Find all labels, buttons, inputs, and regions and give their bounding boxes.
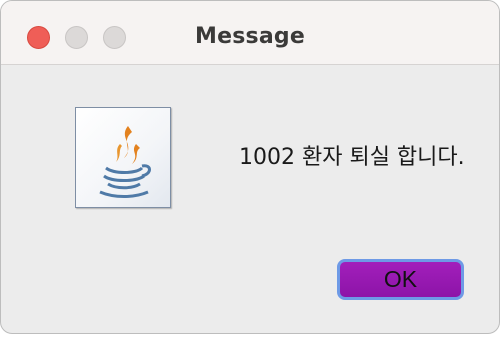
- dialog-message: 1002 환자 퇴실 합니다.: [239, 145, 465, 170]
- java-coffee-cup-icon: [75, 107, 171, 208]
- window-title: Message: [195, 24, 305, 49]
- ok-button[interactable]: OK: [337, 259, 464, 300]
- title-bar: Message: [1, 1, 499, 65]
- message-dialog-window: Message 1002 환자 퇴실 합니다. OK: [0, 0, 500, 334]
- ok-button-label: OK: [383, 266, 418, 292]
